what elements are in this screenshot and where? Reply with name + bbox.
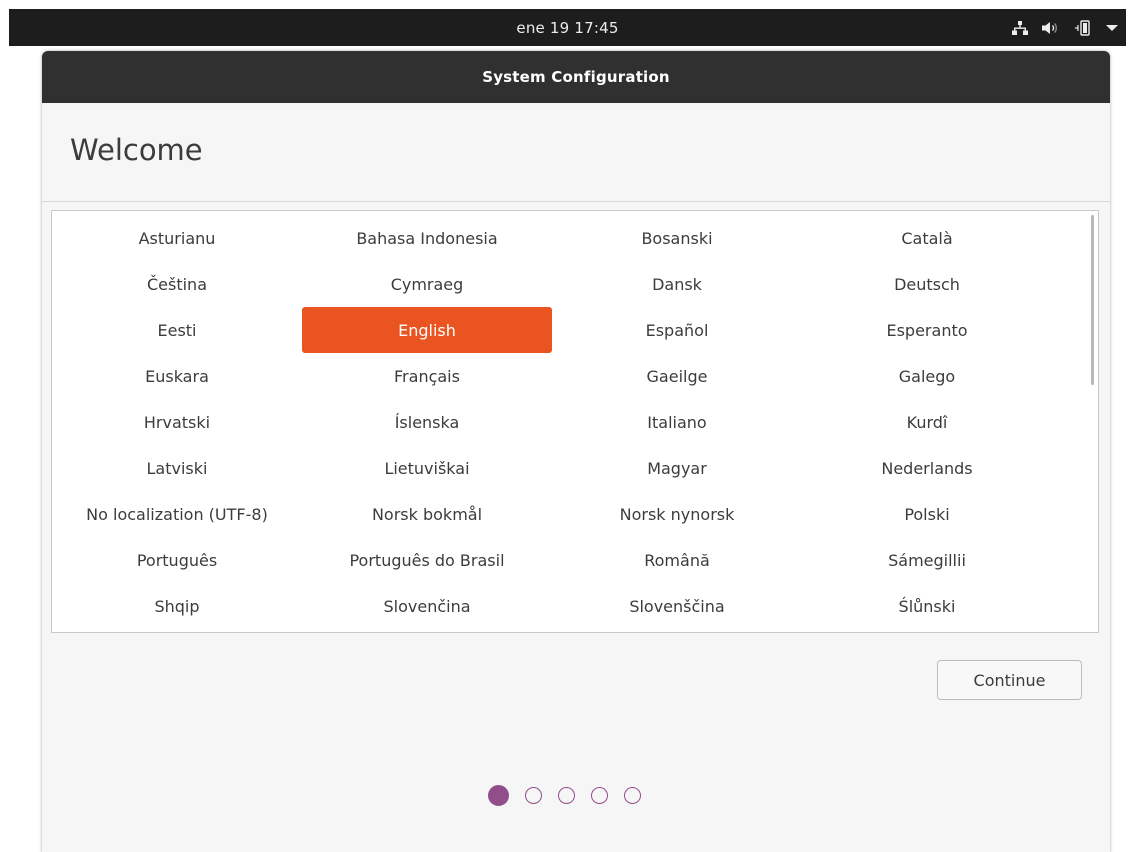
language-item[interactable]: Dansk [552,261,802,307]
language-item[interactable]: Português [52,537,302,583]
language-item[interactable]: Cymraeg [302,261,552,307]
top-bar: ene 19 17:45 [9,9,1126,46]
page-dot [591,787,608,804]
scrollbar[interactable] [1091,215,1094,385]
chevron-down-icon[interactable] [1106,24,1118,32]
language-item[interactable]: Nederlands [802,445,1052,491]
language-item[interactable]: Latviski [52,445,302,491]
page-indicator [488,785,641,806]
language-item[interactable]: Asturianu [52,215,302,261]
language-item[interactable]: Español [552,307,802,353]
language-item[interactable]: Français [302,353,552,399]
language-item[interactable]: English [302,307,552,353]
language-item[interactable]: Shqip [52,583,302,629]
language-item[interactable]: Esperanto [802,307,1052,353]
page-dot [525,787,542,804]
language-item[interactable]: Galego [802,353,1052,399]
page-dot [558,787,575,804]
language-item[interactable]: No localization (UTF-8) [52,491,302,537]
language-item[interactable]: Català [802,215,1052,261]
page-dot [624,787,641,804]
language-item[interactable]: Deutsch [802,261,1052,307]
language-item[interactable]: Kurdî [802,399,1052,445]
clock[interactable]: ene 19 17:45 [516,19,618,37]
language-item[interactable]: Gaeilge [552,353,802,399]
volume-icon[interactable] [1042,21,1060,35]
continue-button[interactable]: Continue [937,660,1082,700]
window-titlebar[interactable]: System Configuration [42,51,1110,103]
language-item[interactable]: Sámegillii [802,537,1052,583]
language-item[interactable]: Čeština [52,261,302,307]
language-item[interactable]: Norsk bokmål [302,491,552,537]
page-title: Welcome [70,133,203,167]
language-item[interactable]: Português do Brasil [302,537,552,583]
language-item[interactable]: Slovenčina [302,583,552,629]
language-item[interactable]: Euskara [52,353,302,399]
page-dot [488,785,509,806]
language-item[interactable]: Ślůnski [802,583,1052,629]
language-item[interactable]: Magyar [552,445,802,491]
language-list[interactable]: Asturianu Bahasa Indonesia Bosanski Català Č… [51,210,1099,633]
language-item[interactable]: Polski [802,491,1052,537]
language-item[interactable]: Íslenska [302,399,552,445]
divider [42,201,1110,202]
system-tray[interactable] [1012,9,1118,46]
network-icon[interactable] [1012,20,1028,35]
language-item[interactable]: Slovenščina [552,583,802,629]
language-item[interactable]: Bosanski [552,215,802,261]
language-item[interactable]: Eesti [52,307,302,353]
system-configuration-window: System Configuration Welcome Asturianu Ba… [42,51,1110,852]
language-item[interactable]: Lietuviškai [302,445,552,491]
language-item[interactable]: Română [552,537,802,583]
language-item[interactable]: Norsk nynorsk [552,491,802,537]
window-title: System Configuration [482,68,670,86]
language-item[interactable]: Italiano [552,399,802,445]
language-item[interactable]: Hrvatski [52,399,302,445]
language-item[interactable]: Bahasa Indonesia [302,215,552,261]
battery-icon[interactable] [1074,19,1092,36]
language-grid: Asturianu Bahasa Indonesia Bosanski Català Č… [52,211,1098,629]
